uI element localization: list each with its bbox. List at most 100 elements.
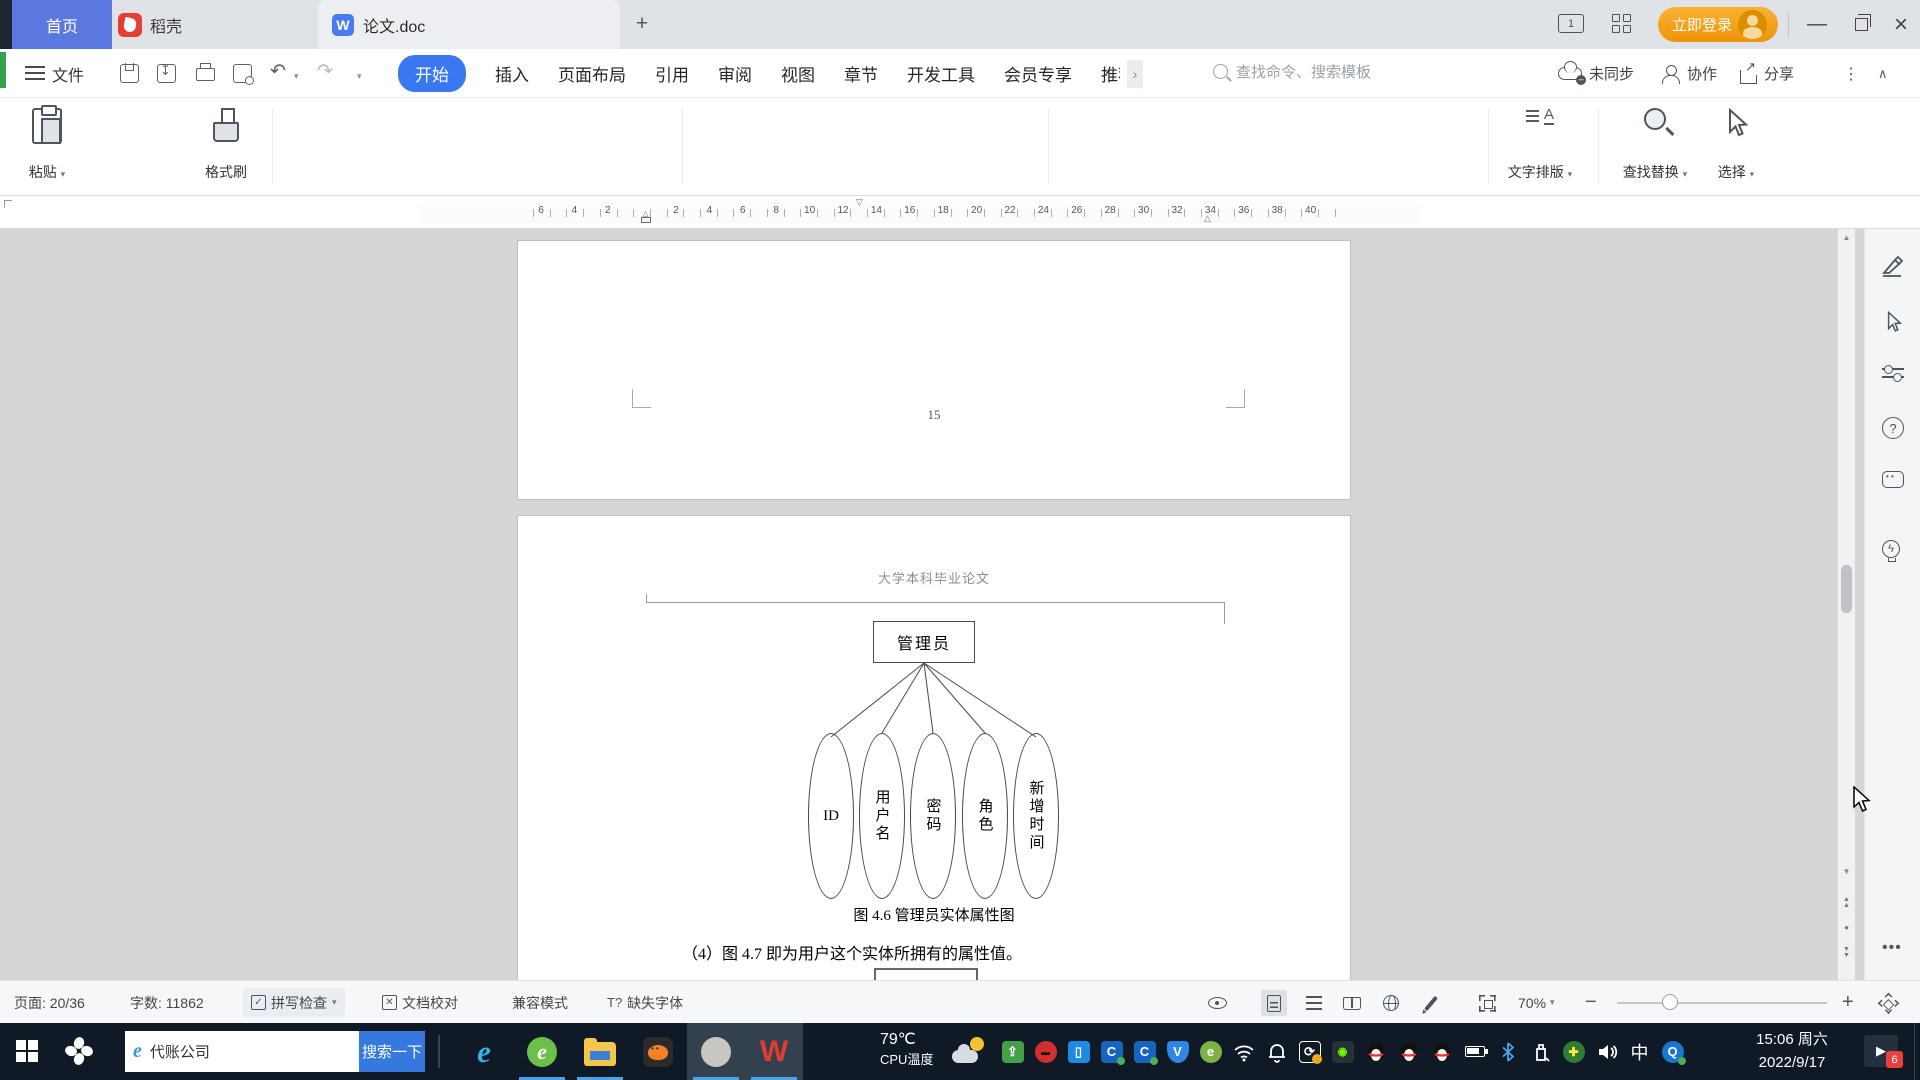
tray-power-saver-icon[interactable]: e [1194,1023,1227,1080]
tray-security-agent-icon[interactable]: ▬ [1029,1023,1062,1080]
web-view-icon[interactable] [1378,990,1404,1016]
spell-check-toggle[interactable]: ✓ 拼写检查 ▾ [243,988,345,1017]
find-replace-button[interactable]: 查找替换 ▾ [1612,102,1698,190]
page-15[interactable]: 15 [517,240,1351,500]
zoom-slider-track[interactable] [1617,1002,1827,1004]
outline-view-icon[interactable] [1301,990,1327,1016]
er-attribute-ellipse[interactable]: ID [808,733,854,899]
taskbar-search-box[interactable]: e 代账公司 搜索一下 [125,1031,425,1072]
minimize-button[interactable]: — [1796,0,1838,49]
zoom-out-button[interactable]: − [1585,981,1597,1024]
tray-usb-eject-icon[interactable] [1524,1023,1557,1080]
collapse-ribbon-icon[interactable]: ∧ [1878,49,1888,98]
scroll-up-icon[interactable]: ▲ [1838,233,1855,242]
undo-button[interactable]: ↶ [270,60,286,83]
collaborate-button[interactable]: 协作 [1662,49,1717,98]
quick-access-caret[interactable]: ▾ [357,71,362,82]
tray-qq-1-icon[interactable] [1359,1023,1392,1080]
weather-icon[interactable] [952,1037,986,1065]
tray-sync-tool-icon[interactable]: ⟳ [1293,1023,1326,1080]
tray-input-method-icon[interactable]: 中 [1623,1023,1656,1080]
next-page-icon[interactable]: ▼ ▼ [1838,946,1855,959]
tray-wifi-icon[interactable] [1227,1023,1260,1080]
er-attribute-ellipse[interactable]: 角色 [962,733,1008,899]
command-search[interactable]: 查找命令、搜索模板 [1213,61,1371,82]
tab-list-icon[interactable]: 1 [1558,14,1584,33]
eye-protection-icon[interactable] [1204,990,1230,1016]
tab-home[interactable]: 首页 [12,0,112,49]
cpu-temp-widget[interactable]: 79℃ CPU温度 [880,1029,933,1070]
print-button[interactable] [196,63,215,81]
menu-tab-引用[interactable]: 引用 [655,61,689,86]
menu-tab-章节[interactable]: 章节 [844,61,878,86]
dock-app-browser-360[interactable]: e [513,1023,571,1080]
export-button[interactable] [157,63,176,83]
dock-app-app-circle[interactable] [687,1023,745,1080]
zoom-in-button[interactable]: + [1842,981,1854,1024]
ruler[interactable]: ▽ △ △ 6 4 2 2 4 6 8 10 12 14 16 18 20 22 24 26 28 30 32 34 3… [0,196,1920,229]
help-icon[interactable]: ? [1882,417,1904,439]
save-button[interactable] [120,63,139,83]
sync-status[interactable]: 未同步 [1558,49,1634,98]
quick-style-brush-icon[interactable] [1882,255,1904,277]
ink-pen-icon[interactable] [1418,990,1444,1016]
settings-sliders-icon[interactable] [1882,365,1904,382]
er-attribute-ellipse[interactable]: 密码 [910,733,956,899]
menu-tab-审阅[interactable]: 审阅 [718,61,752,86]
dock-app-wps-office[interactable]: W [745,1023,803,1080]
word-count[interactable]: 字数: 11862 [130,981,204,1024]
menu-tab-推荐[interactable]: 推荐 [1101,61,1120,86]
tray-bluetooth-icon[interactable] [1491,1023,1524,1080]
undo-caret[interactable]: ▾ [294,71,299,82]
dock-app-douyu[interactable] [629,1023,687,1080]
taskbar-search-button[interactable]: 搜索一下 [359,1031,425,1072]
tabs-overflow-chevron[interactable]: › [1127,59,1143,88]
tips-lightbulb-icon[interactable]: ϟ [1882,540,1900,562]
file-menu[interactable]: 文件 [52,62,84,86]
select-button[interactable]: 选择 ▾ [1706,102,1766,190]
tray-quark-browser-icon[interactable]: Q [1656,1023,1689,1080]
print-preview-button[interactable] [233,64,254,85]
tab-docer[interactable]: 稻壳 [118,0,228,49]
menu-tab-开发工具[interactable]: 开发工具 [907,61,975,86]
tray-battery-icon[interactable] [1458,1023,1491,1080]
fullscreen-icon[interactable] [1875,990,1901,1016]
dock-app-ie-browser[interactable]: e [455,1023,513,1080]
select-tool-icon[interactable] [1882,311,1904,333]
restore-button[interactable] [1840,0,1882,49]
workbench-grid-icon[interactable] [1612,14,1632,34]
start-button[interactable] [16,1040,39,1063]
format-painter-button[interactable]: 格式刷 [190,102,262,190]
doc-proofing-button[interactable]: ✕ 文档校对 [382,981,458,1024]
text-layout-button[interactable]: 文字排版 ▾ [1502,102,1578,190]
page-16[interactable]: 大学本科毕业论文 管理员 ID 用户名 密码 角色 新增时间 图 4.6 管理员实体属性… [517,515,1351,980]
tray-qq-3-icon[interactable] [1425,1023,1458,1080]
compat-mode[interactable]: 兼容模式 [512,981,568,1024]
tray-antivirus-shield-icon[interactable]: ✚ [1557,1023,1590,1080]
tray-driver-tool-2-icon[interactable]: C [1128,1023,1161,1080]
zoom-level[interactable]: 70% ▾ [1518,981,1555,1024]
fit-page-icon[interactable] [1474,990,1500,1016]
browse-object-icon[interactable]: ● [1838,924,1855,932]
tray-graphics-card-icon[interactable]: ◉ [1326,1023,1359,1080]
menu-tab-插入[interactable]: 插入 [495,61,529,86]
missing-font-button[interactable]: T? 缺失字体 [607,981,683,1024]
paste-button[interactable]: 粘贴 ▾ [16,102,78,190]
tray-driver-tool-icon[interactable]: C [1095,1023,1128,1080]
menu-tab-视图[interactable]: 视图 [781,61,815,86]
menu-tab-页面布局[interactable]: 页面布局 [558,61,626,86]
tray-volume-icon[interactable] [1590,1023,1623,1080]
menu-tab-会员专享[interactable]: 会员专享 [1004,61,1072,86]
previous-page-icon[interactable]: ▲ ▲ [1838,896,1855,909]
docer-assistant-icon[interactable] [1882,471,1904,488]
er-attribute-ellipse[interactable]: 用户名 [859,733,905,899]
page-view-icon[interactable] [1261,990,1287,1016]
show-desktop-button[interactable] [1914,1023,1920,1080]
er-attribute-ellipse[interactable]: 新增时间 [1013,733,1059,899]
close-button[interactable]: × [1880,0,1920,49]
first-line-indent-marker[interactable]: ▽ [856,197,863,208]
read-mode-icon[interactable] [1339,990,1365,1016]
tab-document[interactable]: W 论文.doc [318,0,620,49]
panel-more-icon[interactable]: ••• [1882,939,1904,961]
more-options-icon[interactable]: ⋮ [1843,49,1859,98]
